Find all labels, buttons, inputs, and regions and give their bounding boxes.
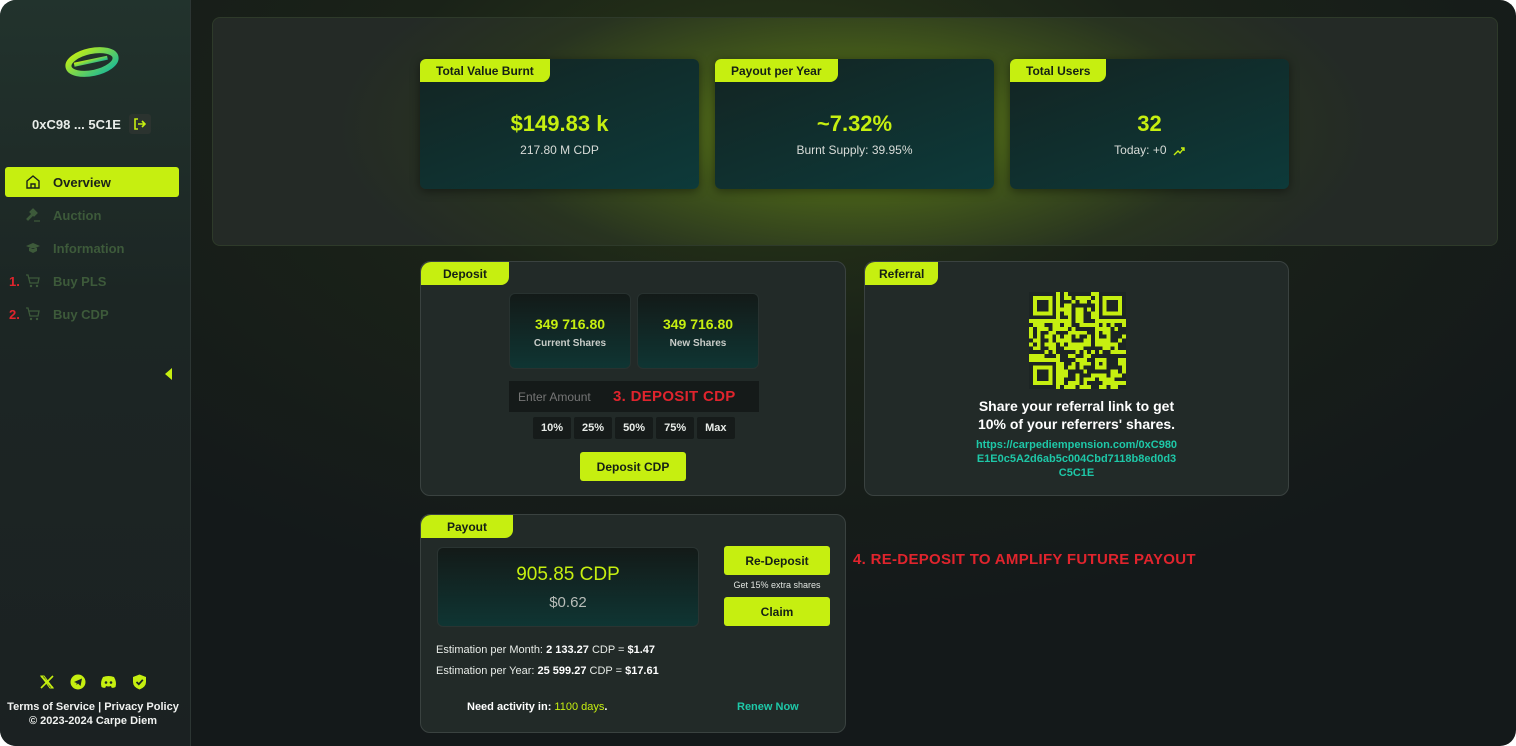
sidebar: 0xC98 ... 5C1E Overview Auction Informat… bbox=[0, 0, 191, 746]
gavel-icon bbox=[25, 207, 41, 223]
payout-usd-amount: $0.62 bbox=[549, 594, 587, 611]
referral-tab: Referral bbox=[865, 262, 939, 285]
cart-icon bbox=[25, 306, 41, 322]
payout-amount-card: 905.85 CDP $0.62 bbox=[437, 547, 699, 627]
renew-now-link[interactable]: Renew Now bbox=[737, 701, 799, 713]
estimation-year-usd: $17.61 bbox=[625, 665, 659, 677]
current-shares-card: 349 716.80 Current Shares bbox=[509, 293, 631, 369]
deposit-panel: Deposit 349 716.80 Current Shares 349 71… bbox=[420, 261, 846, 496]
stat-card-total-users: Total Users 32 Today: +0 bbox=[1010, 59, 1289, 189]
terms-link[interactable]: Terms of Service bbox=[7, 701, 95, 713]
stat-subtext: Burnt Supply: 39.95% bbox=[796, 143, 913, 157]
stat-value: ~7.32% bbox=[816, 111, 893, 136]
sidebar-item-label: Information bbox=[53, 240, 125, 256]
stat-tab: Total Users bbox=[1010, 59, 1107, 82]
estimation-month-cdp: 2 133.27 bbox=[546, 644, 589, 656]
claim-button[interactable]: Claim bbox=[724, 597, 830, 626]
payout-tab: Payout bbox=[421, 515, 514, 538]
social-links bbox=[38, 673, 148, 690]
sidebar-item-label: Buy CDP bbox=[53, 306, 109, 322]
discord-icon[interactable] bbox=[100, 673, 117, 690]
payout-panel: Payout 905.85 CDP $0.62 Re-Deposit Get 1… bbox=[420, 514, 846, 733]
copyright: © 2023-2024 Carpe Diem bbox=[29, 715, 157, 727]
shield-check-icon[interactable] bbox=[131, 673, 148, 690]
carpe-diem-logo[interactable] bbox=[64, 44, 120, 78]
stat-value: 32 bbox=[1137, 111, 1162, 136]
deposit-cdp-button[interactable]: Deposit CDP bbox=[580, 452, 686, 481]
book-icon bbox=[25, 240, 41, 256]
deposit-tab: Deposit bbox=[421, 262, 510, 285]
estimation-year-label: Estimation per Year: bbox=[436, 665, 538, 677]
percent-buttons: 10% 25% 50% 75% Max bbox=[533, 417, 735, 439]
sidebar-item-buy-cdp[interactable]: 2. Buy CDP bbox=[5, 299, 179, 329]
footer-separator: | bbox=[95, 701, 105, 713]
stat-card-payout-per-year: Payout per Year ~7.32% Burnt Supply: 39.… bbox=[715, 59, 994, 189]
wallet-address: 0xC98 ... 5C1E bbox=[32, 114, 151, 134]
payout-cdp-amount: 905.85 CDP bbox=[516, 564, 620, 585]
stat-subtext: Today: +0 bbox=[1010, 143, 1289, 157]
referral-link-part-3[interactable]: C5C1E bbox=[865, 466, 1288, 480]
stat-tab: Payout per Year bbox=[715, 59, 838, 82]
sidebar-item-label: Auction bbox=[53, 207, 102, 223]
logout-icon bbox=[134, 118, 147, 130]
estimation-year-cdp: 25 599.27 bbox=[537, 665, 587, 677]
referral-line-1: Share your referral link to get bbox=[978, 398, 1175, 414]
estimation-month-unit: CDP = bbox=[588, 644, 628, 656]
sidebar-item-information[interactable]: Information bbox=[5, 233, 179, 263]
deposit-step-note: 3. DEPOSIT CDP bbox=[613, 388, 736, 405]
sidebar-nav: Overview Auction Information 1. Buy PLS bbox=[5, 167, 179, 332]
referral-panel: Referral Share your referral link to get… bbox=[864, 261, 1289, 496]
sidebar-item-label: Buy PLS bbox=[53, 273, 107, 289]
sidebar-item-auction[interactable]: Auction bbox=[5, 200, 179, 230]
activity-days: 1100 days bbox=[554, 701, 605, 713]
collapse-sidebar-icon[interactable] bbox=[165, 368, 172, 380]
x-icon[interactable] bbox=[38, 673, 55, 690]
wallet-address-text: 0xC98 ... 5C1E bbox=[32, 116, 121, 132]
referral-link-part-2[interactable]: E1E0c5A2d6ab5c004Cbd7118b8ed0d3 bbox=[865, 452, 1288, 466]
estimation-month-label: Estimation per Month: bbox=[436, 644, 547, 656]
new-shares-label: New Shares bbox=[669, 338, 727, 349]
estimation-per-month: Estimation per Month: 2 133.27 CDP = $1.… bbox=[436, 644, 655, 656]
percent-25-button[interactable]: 25% bbox=[574, 417, 613, 439]
new-shares-card: 349 716.80 New Shares bbox=[637, 293, 759, 369]
trend-up-icon bbox=[1173, 147, 1185, 156]
sidebar-item-buy-pls[interactable]: 1. Buy PLS bbox=[5, 266, 179, 296]
estimation-per-year: Estimation per Year: 25 599.27 CDP = $17… bbox=[436, 665, 659, 677]
footer: Terms of Service | Privacy Policy © 2023… bbox=[0, 700, 186, 728]
sidebar-item-overview[interactable]: Overview bbox=[5, 167, 179, 197]
referral-qr-code[interactable] bbox=[1029, 292, 1126, 389]
sidebar-item-label: Overview bbox=[53, 174, 111, 190]
percent-max-button[interactable]: Max bbox=[697, 417, 735, 439]
redeposit-step-note: 4. RE-DEPOSIT TO AMPLIFY FUTURE PAYOUT bbox=[853, 551, 1196, 568]
current-shares-label: Current Shares bbox=[533, 338, 607, 349]
activity-notice: Need activity in: 1100 days. bbox=[467, 701, 607, 713]
app-frame: 0xC98 ... 5C1E Overview Auction Informat… bbox=[0, 0, 1516, 746]
referral-line-2: 10% of your referrers' shares. bbox=[977, 416, 1176, 432]
privacy-link[interactable]: Privacy Policy bbox=[104, 701, 179, 713]
current-shares-value: 349 716.80 bbox=[534, 316, 606, 332]
step-number: 2. bbox=[9, 306, 20, 322]
stat-subtext: 217.80 M CDP bbox=[520, 143, 599, 157]
logout-button[interactable] bbox=[128, 114, 151, 134]
stat-card-total-value-burnt: Total Value Burnt $149.83 k 217.80 M CDP bbox=[420, 59, 699, 189]
new-shares-value: 349 716.80 bbox=[662, 316, 734, 332]
percent-50-button[interactable]: 50% bbox=[615, 417, 654, 439]
stat-value: $149.83 k bbox=[510, 111, 609, 136]
percent-75-button[interactable]: 75% bbox=[656, 417, 695, 439]
estimation-year-unit: CDP = bbox=[586, 665, 626, 677]
telegram-icon[interactable] bbox=[69, 673, 86, 690]
today-users: Today: +0 bbox=[1114, 143, 1167, 157]
cart-icon bbox=[25, 273, 41, 289]
referral-link-part-1[interactable]: https://carpediempension.com/0xC980 bbox=[865, 438, 1288, 452]
extra-shares-note: Get 15% extra shares bbox=[733, 580, 821, 590]
re-deposit-button[interactable]: Re-Deposit bbox=[724, 546, 830, 575]
home-icon bbox=[25, 174, 41, 190]
activity-label: Need activity in: bbox=[467, 701, 555, 713]
estimation-month-usd: $1.47 bbox=[627, 644, 656, 656]
activity-period: . bbox=[604, 701, 608, 713]
percent-10-button[interactable]: 10% bbox=[533, 417, 572, 439]
stat-tab: Total Value Burnt bbox=[420, 59, 550, 82]
step-number: 1. bbox=[9, 273, 20, 289]
